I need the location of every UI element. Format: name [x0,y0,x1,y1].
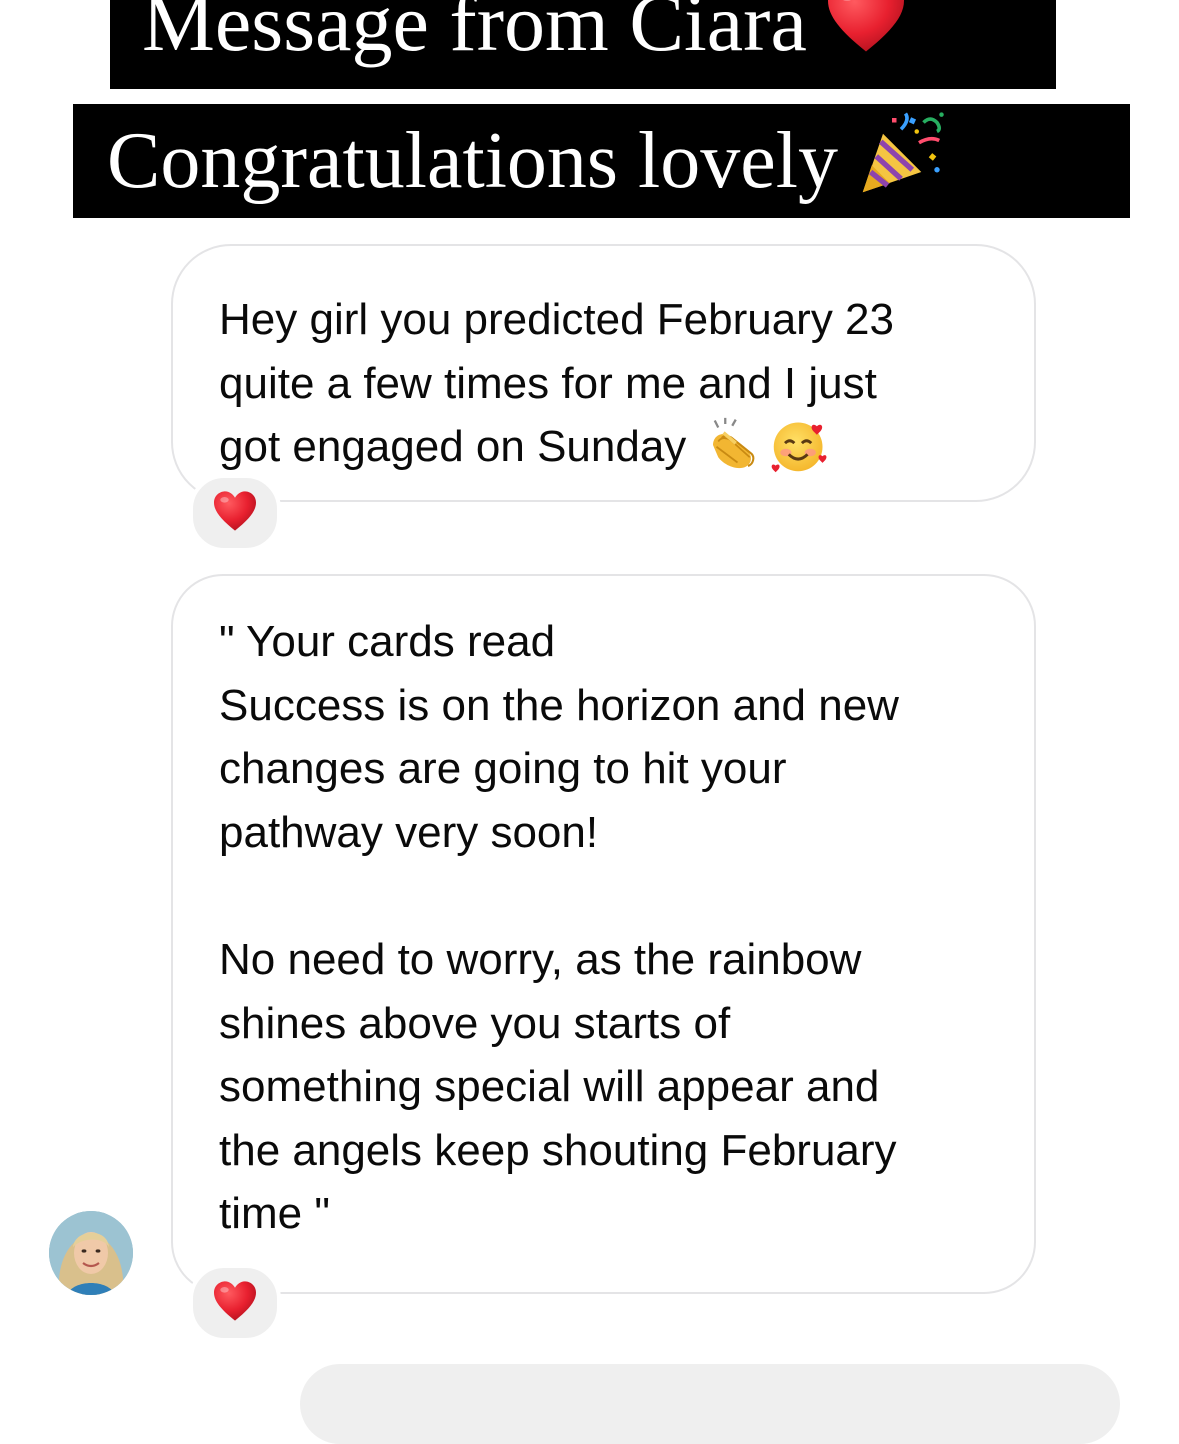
message-line: got engaged on Sunday [219,415,988,479]
message-bubble[interactable]: " Your cards read Success is on the hori… [171,574,1036,1294]
message-line: Success is on the horizon and new [219,674,988,738]
avatar[interactable] [49,1211,133,1295]
message-line: No need to worry, as the rainbow [219,928,988,992]
message-line: " Your cards read [219,610,988,674]
red-heart-icon [212,490,258,537]
heart-reaction[interactable] [189,1264,281,1342]
smiling-face-with-hearts-icon [770,415,830,475]
paragraph-gap [219,864,988,928]
message-line: something special will appear and [219,1055,988,1119]
message-line: Hey girl you predicted February 23 [219,288,988,352]
avatar-photo [49,1211,133,1295]
next-message-bubble[interactable] [300,1364,1120,1444]
message-bubble[interactable]: Hey girl you predicted February 23 quite… [171,244,1036,502]
red-heart-icon [212,1280,258,1327]
story-title: Message from Ciara [142,0,807,64]
story-title-banner: Message from Ciara [110,0,1056,89]
message-line-text: got engaged on Sunday [219,422,686,471]
message-line: quite a few times for me and I just [219,352,988,416]
message-line: pathway very soon! [219,801,988,865]
story-subtitle-banner: Congratulations lovely [73,104,1130,218]
message-line: shines above you starts of [219,992,988,1056]
message-line: the angels keep shouting February [219,1119,988,1183]
heart-reaction[interactable] [189,474,281,552]
party-popper-icon [856,111,946,211]
clapping-hands-icon [706,417,762,473]
red-heart-icon [825,0,907,68]
story-subtitle: Congratulations lovely [107,121,838,201]
message-line: changes are going to hit your [219,737,988,801]
message-line: time " [219,1182,988,1246]
